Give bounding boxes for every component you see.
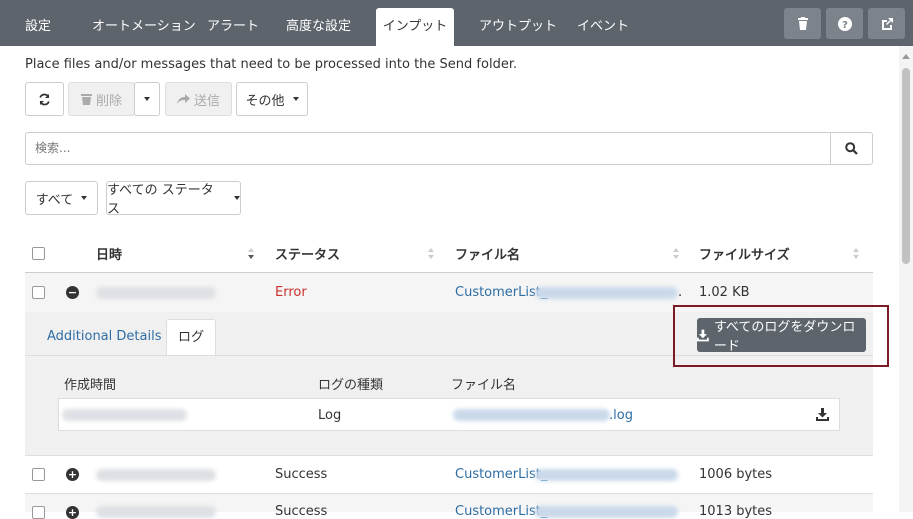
filename-prefix: CustomerList_	[455, 467, 548, 482]
filter-all-label: すべて	[35, 192, 74, 208]
log-header-type: ログの種類	[318, 378, 384, 393]
log-filename-link[interactable]: .log	[609, 408, 633, 423]
help-icon: ?	[837, 16, 852, 31]
search-icon	[845, 142, 858, 155]
column-header-status[interactable]: ステータス	[275, 244, 340, 263]
column-header-filename[interactable]: ファイル名	[455, 244, 520, 263]
share-icon	[176, 93, 190, 104]
tab-log[interactable]: ログ	[166, 319, 216, 355]
row-checkbox[interactable]	[32, 468, 45, 481]
row-checkbox[interactable]	[32, 286, 45, 299]
status-value: Success	[275, 467, 328, 482]
other-dropdown-button[interactable]: その他	[236, 82, 308, 116]
filesize-value: 1.02 KB	[699, 285, 750, 300]
filename-link[interactable]: CustomerList_	[455, 467, 547, 482]
expand-icon[interactable]: +	[66, 506, 79, 519]
highlight-box	[673, 305, 889, 367]
select-all-checkbox[interactable]	[32, 247, 45, 260]
sort-icon[interactable]	[672, 248, 680, 260]
status-value: Error	[275, 285, 307, 300]
caret-down-icon	[144, 97, 150, 101]
scroll-up-icon[interactable]	[902, 54, 910, 59]
tab-automation[interactable]: オートメーション	[92, 0, 196, 46]
column-header-filesize[interactable]: ファイルサイズ	[699, 244, 790, 263]
filter-all-dropdown[interactable]: すべて	[25, 181, 98, 215]
svg-text:?: ?	[842, 20, 848, 31]
trash-button[interactable]	[784, 8, 821, 39]
filesize-value: 1006 bytes	[699, 467, 773, 482]
filter-status-label: すべての ステータス	[107, 183, 214, 217]
log-header-filename: ファイル名	[451, 378, 517, 393]
date-value-redacted	[96, 506, 216, 518]
date-value-redacted	[96, 469, 216, 481]
tab-alerts[interactable]: アラート	[207, 0, 259, 46]
caret-down-icon	[81, 196, 88, 200]
tab-advanced-settings[interactable]: 高度な設定	[286, 0, 351, 46]
filename-ellipsis: .	[678, 285, 683, 300]
filename-link[interactable]: CustomerList_	[455, 285, 547, 300]
external-link-icon	[881, 17, 893, 30]
page-description: Place files and/or messages that need to…	[25, 57, 518, 72]
tab-settings[interactable]: 設定	[25, 0, 51, 46]
scrollbar-thumb[interactable]	[902, 68, 910, 264]
help-button[interactable]: ?	[826, 8, 863, 39]
sort-icon[interactable]	[852, 248, 860, 260]
sort-icon[interactable]	[427, 248, 435, 260]
filename-prefix: CustomerList_	[455, 285, 548, 300]
search-input[interactable]: 検索...	[25, 132, 831, 165]
row-divider	[25, 455, 873, 456]
row-checkbox[interactable]	[32, 506, 45, 519]
sort-desc-icon[interactable]	[247, 248, 255, 260]
tab-additional-details[interactable]: Additional Details	[47, 319, 161, 355]
expand-icon[interactable]: +	[66, 468, 79, 481]
send-label: 送信	[193, 93, 220, 109]
other-label: その他	[245, 93, 285, 109]
collapse-icon[interactable]: −	[66, 286, 79, 299]
tab-output[interactable]: アウトプット	[479, 0, 557, 46]
trash-icon	[80, 94, 92, 105]
filename-redacted	[535, 506, 678, 518]
send-button[interactable]: 送信	[165, 82, 232, 116]
log-type-value: Log	[318, 408, 342, 423]
column-header-date[interactable]: 日時	[96, 244, 122, 263]
delete-dropdown-toggle[interactable]	[134, 82, 160, 116]
caret-down-icon	[292, 97, 299, 101]
log-header-created: 作成時間	[64, 378, 117, 393]
refresh-button[interactable]	[25, 82, 64, 116]
filename-redacted	[535, 469, 678, 481]
tab-events[interactable]: イベント	[577, 0, 629, 46]
log-filename-redacted	[453, 409, 610, 421]
tab-input[interactable]: インプット	[376, 8, 454, 46]
download-icon	[816, 408, 829, 421]
log-download-button[interactable]	[816, 408, 829, 425]
delete-button[interactable]: 削除	[68, 82, 135, 116]
caret-down-icon	[234, 196, 240, 200]
filter-status-dropdown[interactable]: すべての ステータス	[106, 181, 241, 217]
trash-icon	[797, 17, 808, 30]
log-created-redacted	[62, 409, 187, 421]
date-value-redacted	[96, 287, 216, 299]
search-button[interactable]	[830, 132, 873, 165]
refresh-icon	[39, 93, 50, 105]
delete-label: 削除	[95, 93, 122, 109]
filename-redacted	[535, 287, 678, 299]
external-link-button[interactable]	[868, 8, 905, 39]
